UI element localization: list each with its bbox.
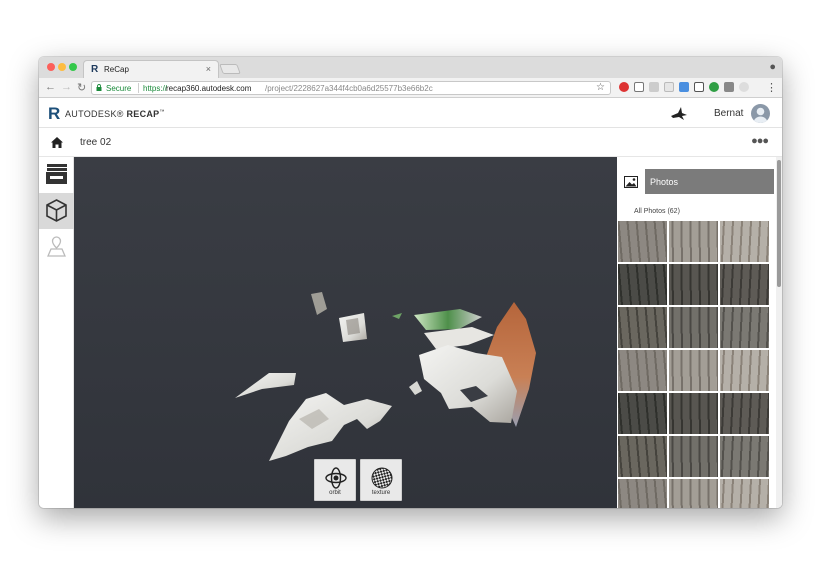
orbit-button-label: orbit — [329, 490, 341, 496]
photo-thumbnail[interactable] — [669, 479, 718, 508]
orbit-button[interactable]: orbit — [314, 459, 356, 501]
more-options-icon[interactable]: ●●● — [751, 135, 769, 147]
rail-item-3d-model[interactable] — [39, 193, 74, 229]
minimize-window-button[interactable] — [58, 63, 66, 71]
tab-close-icon[interactable]: × — [206, 64, 211, 74]
texture-icon — [371, 467, 393, 489]
texture-button-label: texture — [371, 490, 391, 496]
recap-favicon-icon: R — [91, 64, 99, 75]
project-bar: tree 02 ●●● — [39, 128, 782, 157]
browser-profile-icon[interactable]: ● — [769, 61, 776, 73]
extension-icon[interactable] — [664, 82, 674, 92]
extension-icon[interactable] — [709, 82, 719, 92]
inbox-icon — [46, 164, 67, 184]
photo-thumbnail[interactable] — [720, 436, 769, 477]
browser-tab[interactable]: R ReCap × — [83, 60, 219, 78]
new-tab-button[interactable] — [219, 64, 241, 74]
home-icon[interactable] — [50, 136, 64, 149]
photos-count-label: All Photos (62) — [634, 208, 680, 215]
browser-toolbar: ← → ↻ Secure https:// recap360.autodesk.… — [39, 78, 782, 98]
scrollbar-thumb[interactable] — [777, 160, 781, 287]
bookmark-star-icon[interactable]: ☆ — [596, 82, 605, 93]
texture-button[interactable]: texture — [360, 459, 402, 501]
model-viewport[interactable]: orbit texture — [74, 157, 617, 508]
close-window-button[interactable] — [47, 63, 55, 71]
cube-icon — [46, 199, 67, 222]
photo-thumbnail[interactable] — [720, 479, 769, 508]
url-path: /project/2228627a344f4cb0a6d25577b3e66b2… — [265, 84, 433, 93]
photo-thumbnail[interactable] — [720, 393, 769, 434]
model-viewport-canvas — [235, 292, 536, 461]
app-header: R AUTODESK® RECAP™ Bernat — [39, 98, 782, 128]
photo-thumbnail[interactable] — [669, 393, 718, 434]
photo-thumbnail[interactable] — [669, 436, 718, 477]
photo-thumbnail[interactable] — [618, 221, 667, 262]
photo-thumbnail[interactable] — [618, 350, 667, 391]
maximize-window-button[interactable] — [69, 63, 77, 71]
photo-thumbnail[interactable] — [618, 264, 667, 305]
browser-window: R ReCap × ● ← → ↻ Secure https:// recap3… — [39, 57, 782, 508]
address-bar[interactable]: Secure https:// recap360.autodesk.com /p… — [91, 81, 611, 95]
photo-thumbnail[interactable] — [720, 264, 769, 305]
secure-label: Secure — [106, 84, 132, 93]
browser-menu-icon[interactable]: ⋮ — [766, 81, 777, 94]
extension-icon[interactable] — [634, 82, 644, 92]
project-title: tree 02 — [80, 137, 112, 148]
photo-thumbnail[interactable] — [669, 221, 718, 262]
rail-item-map[interactable] — [39, 229, 74, 265]
brand-name: AUTODESK® RECAP™ — [65, 109, 165, 119]
photos-scrollbar[interactable] — [776, 157, 782, 508]
user-name[interactable]: Bernat — [714, 108, 743, 119]
photo-thumbnail[interactable] — [669, 307, 718, 348]
photos-panel: Photos All Photos (62) — [617, 157, 782, 508]
extension-icon[interactable] — [694, 82, 704, 92]
scan-fragment — [235, 373, 296, 398]
tab-title: ReCap — [104, 65, 129, 74]
photo-grid — [618, 221, 772, 508]
scan-fragment — [311, 292, 327, 315]
avatar[interactable] — [751, 104, 770, 123]
scan-fragment — [424, 327, 494, 349]
lock-icon — [96, 84, 102, 91]
photos-tab[interactable]: Photos — [645, 169, 774, 194]
back-icon[interactable]: ← — [45, 81, 56, 93]
photo-thumbnail[interactable] — [618, 479, 667, 508]
scan-fragment — [339, 313, 367, 342]
url-scheme: https:// — [143, 84, 168, 93]
photo-thumbnail[interactable] — [669, 350, 718, 391]
brand-prefix: AUTODESK — [65, 109, 117, 119]
map-pin-icon — [47, 236, 66, 257]
photos-tab-label: Photos — [650, 177, 679, 187]
photo-thumbnail[interactable] — [720, 221, 769, 262]
extension-icon[interactable] — [619, 82, 629, 92]
extension-icon[interactable] — [724, 82, 734, 92]
image-icon — [624, 176, 638, 188]
scan-fragment — [392, 309, 482, 330]
extension-icon[interactable] — [679, 82, 689, 92]
scan-fragment — [269, 393, 392, 461]
bird-icon[interactable] — [670, 106, 688, 121]
recap-logo-icon: R — [48, 104, 61, 123]
photo-thumbnail[interactable] — [720, 307, 769, 348]
extension-icon[interactable] — [649, 82, 659, 92]
photo-thumbnail[interactable] — [618, 307, 667, 348]
photo-thumbnail[interactable] — [720, 350, 769, 391]
photo-thumbnail[interactable] — [669, 264, 718, 305]
tab-strip: R ReCap × ● — [39, 57, 782, 78]
photo-thumbnail[interactable] — [618, 393, 667, 434]
left-rail — [39, 157, 74, 508]
extension-icon[interactable] — [739, 82, 749, 92]
brand-product: RECAP — [126, 109, 160, 119]
reload-icon[interactable]: ↻ — [77, 81, 86, 94]
url-host: recap360.autodesk.com — [166, 84, 252, 93]
url-divider — [138, 83, 139, 93]
orbit-icon — [325, 467, 347, 489]
forward-icon[interactable]: → — [61, 81, 72, 93]
rail-item-inbox[interactable] — [39, 157, 74, 193]
photo-thumbnail[interactable] — [618, 436, 667, 477]
